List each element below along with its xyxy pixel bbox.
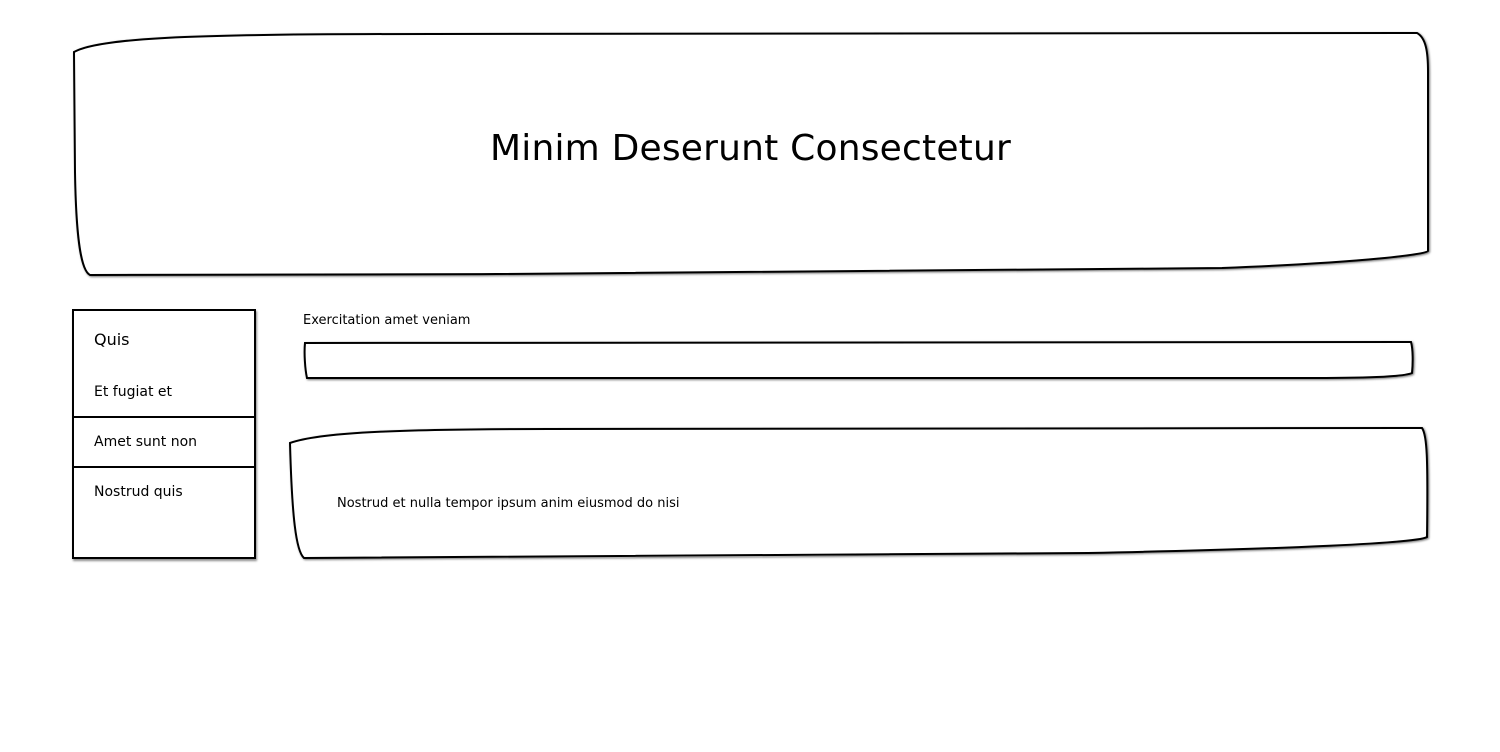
sidebar-item-nostrud-quis[interactable]: Nostrud quis (74, 482, 254, 502)
sidebar-item-et-fugiat-et[interactable]: Et fugiat et (74, 382, 254, 402)
sidebar: Quis Et fugiat et Amet sunt non Nostrud … (72, 309, 256, 559)
content-text: Nostrud et nulla tempor ipsum anim eiusm… (337, 496, 680, 511)
sidebar-heading: Quis (94, 330, 130, 349)
text-input[interactable] (312, 346, 1406, 376)
sidebar-item-amet-sunt-non[interactable]: Amet sunt non (74, 432, 254, 452)
page-title: Minim Deserunt Consectetur (489, 128, 1012, 169)
input-label: Exercitation amet veniam (303, 313, 471, 328)
sidebar-divider (74, 466, 254, 468)
sidebar-divider (74, 416, 254, 418)
